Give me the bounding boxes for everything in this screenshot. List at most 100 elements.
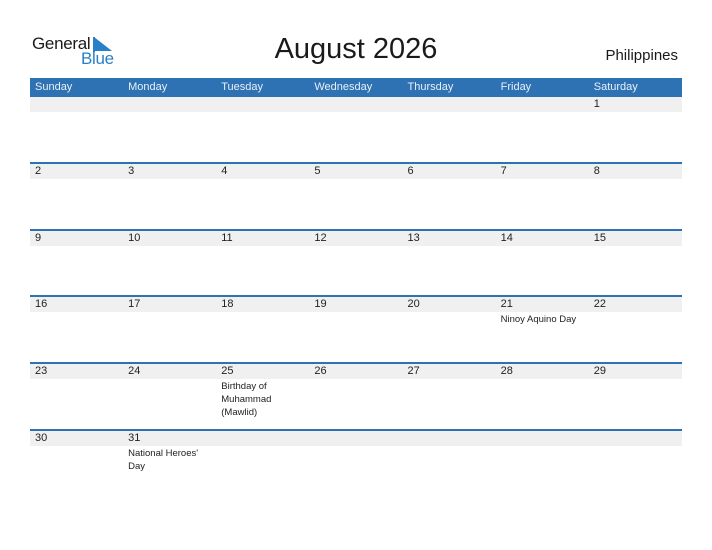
day-cell: 6 [403, 164, 496, 228]
day-number [408, 431, 496, 446]
day-cell: 25 Birthday of Muhammad (Mawlid) [216, 364, 309, 428]
week-cells: 16 17 18 19 20 21 Ninoy Aquino Day 22 [30, 297, 682, 361]
day-number [594, 431, 682, 446]
day-cell: 7 [496, 164, 589, 228]
country-label: Philippines [605, 47, 678, 64]
day-cell: 13 [403, 231, 496, 295]
day-number: 23 [35, 365, 48, 377]
day-number: 17 [128, 298, 141, 310]
day-number [314, 97, 402, 112]
weekday-tuesday: Tuesday [221, 81, 264, 93]
day-cell: 26 [309, 364, 402, 428]
day-number: 7 [500, 165, 507, 177]
day-number: 22 [593, 298, 606, 310]
weekday-thursday: Thursday [407, 81, 454, 93]
day-cell [216, 431, 309, 495]
weekday-sunday: Sunday [35, 81, 73, 93]
week-cells: 9 10 11 12 13 14 15 [30, 231, 682, 295]
day-cell: 28 [496, 364, 589, 428]
day-number [501, 97, 589, 112]
week-cells: 1 [30, 97, 682, 163]
day-cell [309, 97, 402, 163]
day-number: 24 [128, 365, 141, 377]
day-cell: 4 [216, 164, 309, 228]
day-number: 16 [35, 298, 48, 310]
day-cell: 1 [589, 97, 682, 163]
day-number: 27 [407, 365, 420, 377]
day-number: 1 [593, 98, 600, 110]
day-number: 6 [407, 165, 414, 177]
week-row: 23 24 25 Birthday of Muhammad (Mawlid) 26 27 2… [30, 362, 682, 428]
day-cell [589, 431, 682, 495]
day-number: 9 [35, 232, 42, 244]
day-number: 31 [128, 432, 141, 444]
week-row: 2 3 4 5 6 7 8 [30, 162, 682, 228]
day-number: 12 [314, 232, 327, 244]
day-number: 11 [221, 232, 233, 244]
day-cell: 15 [589, 231, 682, 295]
week-cells: 23 24 25 Birthday of Muhammad (Mawlid) 26 27 2… [30, 364, 682, 428]
day-cell: 30 [30, 431, 123, 495]
day-cell [496, 431, 589, 495]
day-number [221, 97, 309, 112]
day-cell [30, 97, 123, 163]
weekday-header: Sunday Monday Tuesday Wednesday Thursday… [30, 78, 682, 97]
day-number: 19 [314, 298, 327, 310]
day-cell: 3 [123, 164, 216, 228]
holiday-label: Birthday of Muhammad (Mawlid) [221, 381, 272, 418]
holiday-label: National Heroes' Day [128, 448, 199, 472]
day-number [501, 431, 589, 446]
day-cell [309, 431, 402, 495]
day-cell: 31 National Heroes' Day [123, 431, 216, 495]
weekday-saturday: Saturday [593, 81, 638, 93]
day-cell [123, 97, 216, 163]
day-cell: 20 [403, 297, 496, 361]
day-cell: 29 [589, 364, 682, 428]
day-cell: 2 [30, 164, 123, 228]
day-number: 18 [221, 298, 234, 310]
day-number [314, 431, 402, 446]
day-number [408, 97, 496, 112]
week-row: 16 17 18 19 20 21 Ninoy Aquino Day 22 [30, 295, 682, 361]
day-number: 25 [221, 365, 234, 377]
day-cell: 19 [309, 297, 402, 361]
day-number: 2 [35, 165, 42, 177]
weekday-wednesday: Wednesday [314, 81, 373, 93]
day-cell: 10 [123, 231, 216, 295]
day-number: 14 [500, 232, 513, 244]
weekday-monday: Monday [128, 81, 168, 93]
day-number: 10 [128, 232, 141, 244]
day-number: 3 [128, 165, 135, 177]
day-number: 28 [500, 365, 513, 377]
day-cell [216, 97, 309, 163]
day-cell: 17 [123, 297, 216, 361]
day-number [128, 97, 216, 112]
day-number: 5 [314, 165, 321, 177]
day-cell: 5 [309, 164, 402, 228]
day-cell: 24 [123, 364, 216, 428]
weekday-friday: Friday [500, 81, 532, 93]
day-number: 21 [500, 298, 513, 310]
week-cells: 30 31 National Heroes' Day [30, 431, 682, 495]
day-cell: 27 [403, 364, 496, 428]
week-row: 30 31 National Heroes' Day [30, 429, 682, 495]
day-number [35, 97, 123, 112]
holiday-label: Ninoy Aquino Day [500, 314, 577, 325]
day-cell [496, 97, 589, 163]
day-number: 30 [35, 432, 48, 444]
week-cells: 2 3 4 5 6 7 8 [30, 164, 682, 228]
day-cell: 11 [216, 231, 309, 295]
day-cell [403, 431, 496, 495]
day-cell: 8 [589, 164, 682, 228]
day-cell: 22 [589, 297, 682, 361]
day-number: 13 [407, 232, 420, 244]
day-cell: 14 [496, 231, 589, 295]
day-cell: 9 [30, 231, 123, 295]
day-number [221, 431, 309, 446]
day-cell [403, 97, 496, 163]
day-number: 4 [221, 165, 228, 177]
day-cell: 23 [30, 364, 123, 428]
week-row: 1 [30, 97, 682, 163]
week-row: 9 10 11 12 13 14 15 [30, 229, 682, 295]
day-cell: 18 [216, 297, 309, 361]
